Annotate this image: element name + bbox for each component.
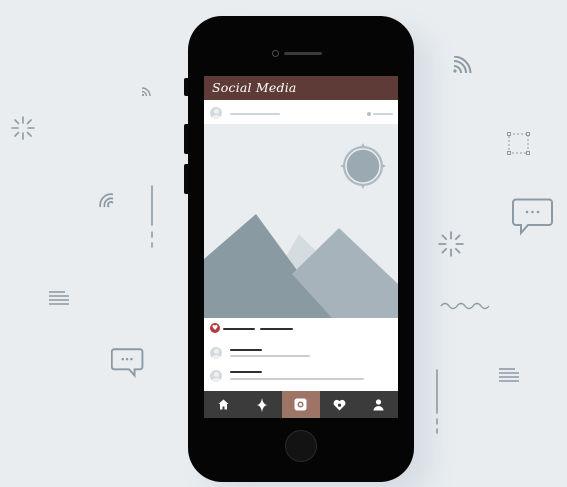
selection-box-icon: [507, 131, 531, 157]
camera-icon: [294, 398, 307, 411]
chat-bubble-icon-left: [111, 348, 144, 378]
likes-text-placeholder: [260, 328, 293, 330]
wave-line-icon: [440, 300, 490, 310]
tab-explore[interactable]: [243, 391, 282, 418]
post-meta-placeholder: [373, 113, 393, 115]
heart-icon[interactable]: ♥: [210, 323, 220, 333]
person-icon: [373, 398, 384, 410]
text-lines-icon: [49, 291, 71, 306]
tab-home[interactable]: [204, 391, 243, 418]
home-button[interactable]: [285, 430, 317, 462]
comment-avatar[interactable]: [210, 370, 222, 382]
comment-row: [204, 342, 398, 364]
bottom-tab-bar: [204, 391, 398, 418]
comment-text-placeholder: [230, 355, 310, 357]
sparkle-burst-icon-right: [437, 230, 465, 258]
sparkle-burst-icon: [10, 115, 36, 141]
likes-count-placeholder: [223, 328, 255, 330]
tab-camera[interactable]: [281, 391, 321, 418]
app-title: Social Media: [212, 80, 297, 95]
post-photo[interactable]: [204, 124, 398, 318]
post-actions: ♥: [204, 318, 398, 342]
heart-icon: [333, 399, 346, 410]
post-menu-dot[interactable]: [367, 112, 371, 116]
comment-avatar[interactable]: [210, 347, 222, 359]
post-header: [204, 100, 398, 124]
comment-author-placeholder: [230, 371, 262, 373]
phone-speaker: [284, 52, 322, 55]
tab-likes[interactable]: [320, 391, 359, 418]
mountain-sun-image-icon: [204, 143, 398, 318]
tab-profile[interactable]: [359, 391, 398, 418]
sparkle-icon: [257, 397, 268, 412]
dashed-line-left: [150, 185, 154, 249]
home-icon: [218, 399, 229, 410]
wifi-icon: [452, 56, 472, 74]
post-author-avatar[interactable]: [210, 107, 222, 119]
text-lines-icon-right: [499, 368, 521, 383]
comment-row: [204, 365, 398, 387]
wifi-icon-small: [141, 86, 153, 97]
chat-bubble-icon: [512, 198, 554, 236]
phone-screen: Social Media ♥: [204, 76, 398, 418]
comment-text-placeholder: [230, 378, 364, 380]
sun-icon: [340, 143, 386, 189]
front-camera: [272, 50, 279, 57]
post-author-name-placeholder: [230, 113, 280, 115]
comment-author-placeholder: [230, 349, 262, 351]
wifi-icon-tilted: [96, 190, 116, 210]
app-header: Social Media: [204, 76, 398, 100]
dashed-line-right: [435, 369, 439, 435]
